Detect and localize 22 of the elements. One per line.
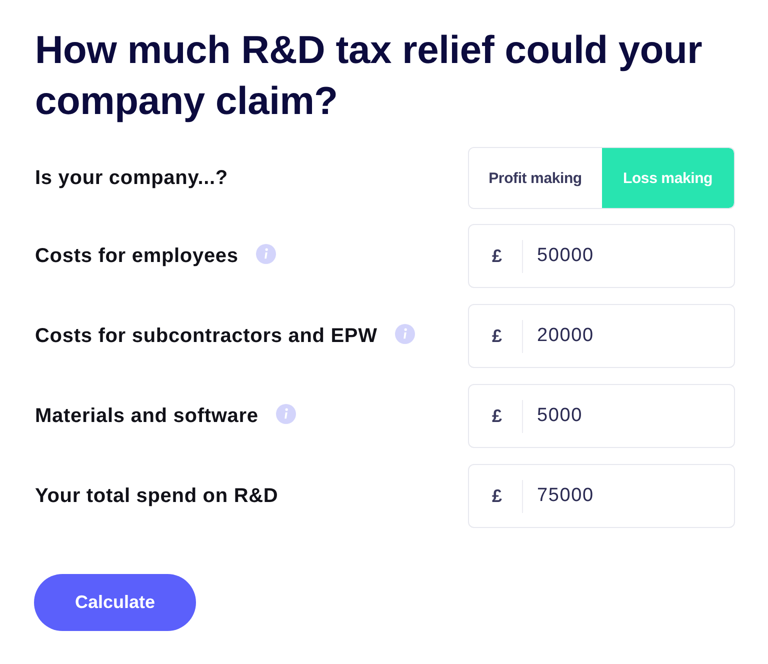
- amount-field[interactable]: £ 20000: [468, 304, 735, 368]
- amount-field[interactable]: £ 5000: [468, 384, 735, 448]
- info-icon[interactable]: [276, 404, 296, 424]
- amount-field[interactable]: £ 75000: [468, 464, 735, 528]
- amount-input[interactable]: 50000: [537, 241, 727, 271]
- amount-field[interactable]: £ 50000: [468, 224, 735, 288]
- currency-symbol: £: [492, 246, 504, 266]
- currency-symbol: £: [492, 486, 504, 506]
- amount-input[interactable]: 5000: [537, 401, 727, 431]
- info-icon[interactable]: [256, 244, 276, 264]
- field-label: Costs for employees: [35, 244, 238, 268]
- amount-input[interactable]: 20000: [537, 321, 727, 351]
- field-label: Is your company...?: [35, 166, 228, 190]
- amount-input[interactable]: 75000: [537, 481, 727, 511]
- currency-symbol: £: [492, 326, 504, 346]
- page-heading: How much R&D tax relief could your company claim?: [35, 28, 704, 125]
- field-label: Your total spend on R&D: [35, 484, 278, 508]
- currency-symbol: £: [492, 406, 504, 426]
- calculate-button[interactable]: Calculate: [34, 574, 196, 631]
- field-label: Costs for subcontractors and EPW: [35, 324, 378, 348]
- info-icon[interactable]: [395, 324, 416, 344]
- field-label: Materials and software: [35, 404, 258, 428]
